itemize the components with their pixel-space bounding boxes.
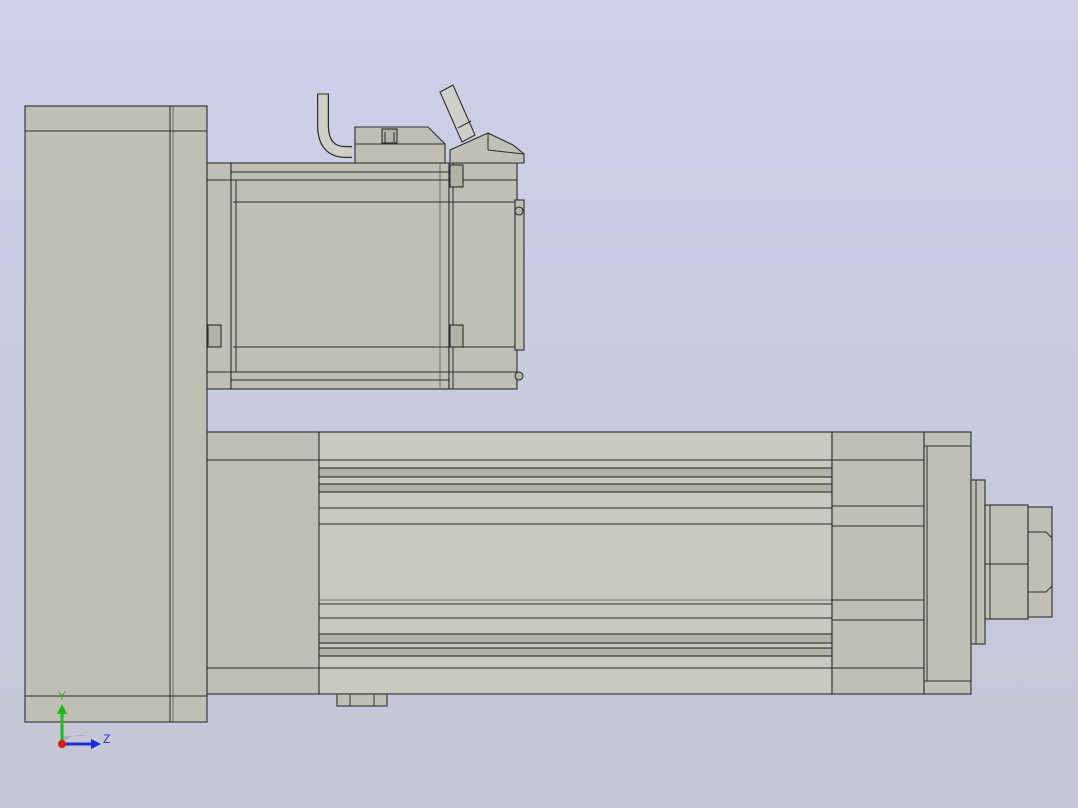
power-connector[interactable] (354, 126, 446, 164)
z-axis-label: Z (103, 732, 110, 746)
encoder-cable[interactable] (439, 84, 476, 143)
gearbox-housing[interactable] (24, 105, 208, 723)
bottom-mount-bolt[interactable] (336, 693, 388, 707)
cad-viewport[interactable]: Y Z (0, 0, 1078, 808)
x-axis-point-icon (58, 740, 66, 748)
servo-motor[interactable] (206, 84, 525, 390)
rod-end-nut[interactable] (1027, 506, 1053, 618)
front-flange[interactable] (923, 431, 972, 695)
flange-bolt (207, 324, 222, 348)
cap-bolt-bottom (449, 324, 464, 348)
front-end-block[interactable] (831, 431, 925, 695)
actuator-body[interactable] (206, 431, 1053, 707)
cad-model-drawing[interactable]: Y Z (0, 0, 1078, 808)
y-axis-label: Y (58, 689, 66, 703)
cap-bolt-top (449, 164, 464, 188)
